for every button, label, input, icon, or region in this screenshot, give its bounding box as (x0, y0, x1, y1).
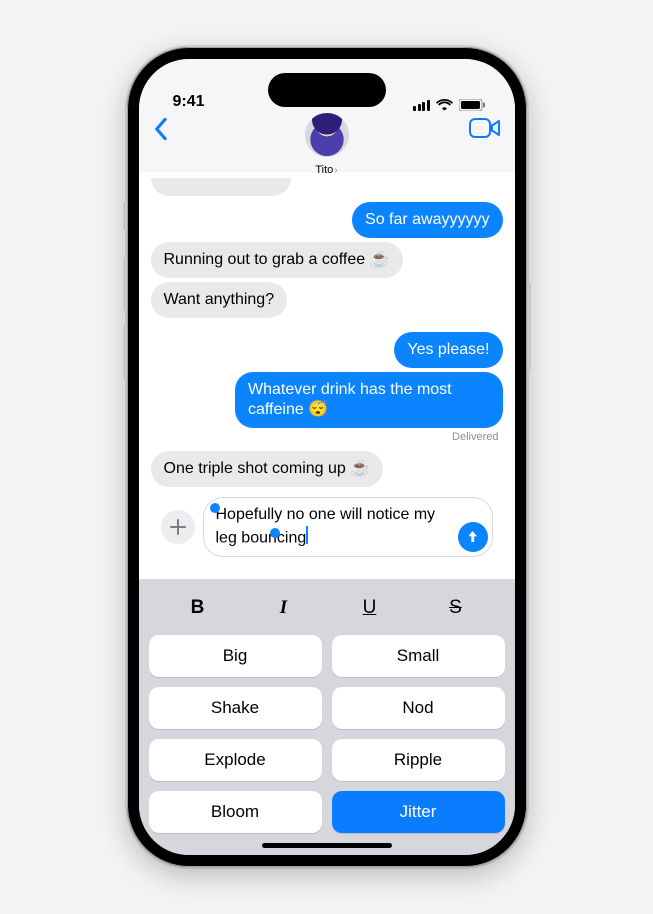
incoming-bubble[interactable]: Running out to grab a coffee ☕️ (151, 242, 403, 278)
volume-down-button (123, 325, 127, 379)
iphone-frame: 9:41 (127, 47, 527, 867)
screen: 9:41 (139, 59, 515, 855)
battery-icon (459, 99, 485, 111)
effect-explode[interactable]: Explode (149, 739, 322, 781)
italic-button[interactable]: I (256, 597, 312, 619)
conversation-scroll[interactable]: So far awayyyyyy Running out to grab a c… (139, 172, 515, 579)
effect-jitter[interactable]: Jitter (332, 791, 505, 833)
text-effects-panel: B I U S Big Small Shake Nod Explode Ripp… (139, 579, 515, 855)
message-input[interactable]: Hopefully no one will notice my leg boun… (203, 497, 493, 557)
underline-button[interactable]: U (342, 597, 398, 619)
apps-button[interactable] (161, 510, 195, 544)
contact-name: Tito (315, 164, 333, 176)
power-button (527, 282, 531, 370)
chevron-right-icon: › (334, 165, 337, 176)
volume-up-button (123, 257, 127, 311)
delivered-label: Delivered (452, 431, 498, 443)
format-row: B I U S (149, 589, 505, 635)
video-icon (469, 117, 501, 139)
incoming-bubble[interactable]: One triple shot coming up ☕️ (151, 451, 384, 487)
effect-ripple[interactable]: Ripple (332, 739, 505, 781)
arrow-up-icon (465, 529, 480, 544)
conversation-header: Tito › (139, 113, 515, 172)
dynamic-island (268, 73, 386, 107)
contact-block[interactable]: Tito › (305, 113, 349, 178)
bold-button[interactable]: B (170, 597, 226, 619)
send-button[interactable] (458, 522, 488, 552)
chevron-left-icon (153, 117, 170, 141)
compose-row: Hopefully no one will notice my leg boun… (151, 491, 503, 563)
outgoing-bubble[interactable]: So far awayyyyyy (352, 202, 502, 238)
effects-grid: Big Small Shake Nod Explode Ripple Bloom… (149, 635, 505, 833)
selection-handle-end[interactable] (270, 528, 280, 538)
contact-avatar (305, 113, 349, 157)
back-button[interactable] (153, 117, 170, 141)
effect-shake[interactable]: Shake (149, 687, 322, 729)
effect-small[interactable]: Small (332, 635, 505, 677)
selection-handle-start[interactable] (210, 503, 220, 513)
text-caret (306, 526, 308, 544)
home-indicator[interactable] (262, 843, 392, 848)
facetime-button[interactable] (469, 117, 501, 144)
message-input-text: Hopefully no one will notice my leg boun… (216, 506, 436, 546)
effect-nod[interactable]: Nod (332, 687, 505, 729)
plus-icon (169, 518, 187, 536)
incoming-bubble[interactable]: Want anything? (151, 282, 288, 318)
effect-big[interactable]: Big (149, 635, 322, 677)
wifi-icon (436, 99, 453, 111)
silence-switch (123, 202, 127, 230)
outgoing-bubble[interactable]: Whatever drink has the most caffeine 😴 (235, 372, 503, 428)
effect-bloom[interactable]: Bloom (149, 791, 322, 833)
status-time: 9:41 (173, 93, 205, 111)
outgoing-bubble[interactable]: Yes please! (394, 332, 502, 368)
cellular-icon (413, 100, 430, 111)
strikethrough-button[interactable]: S (428, 597, 484, 619)
partial-bubble (151, 178, 291, 196)
